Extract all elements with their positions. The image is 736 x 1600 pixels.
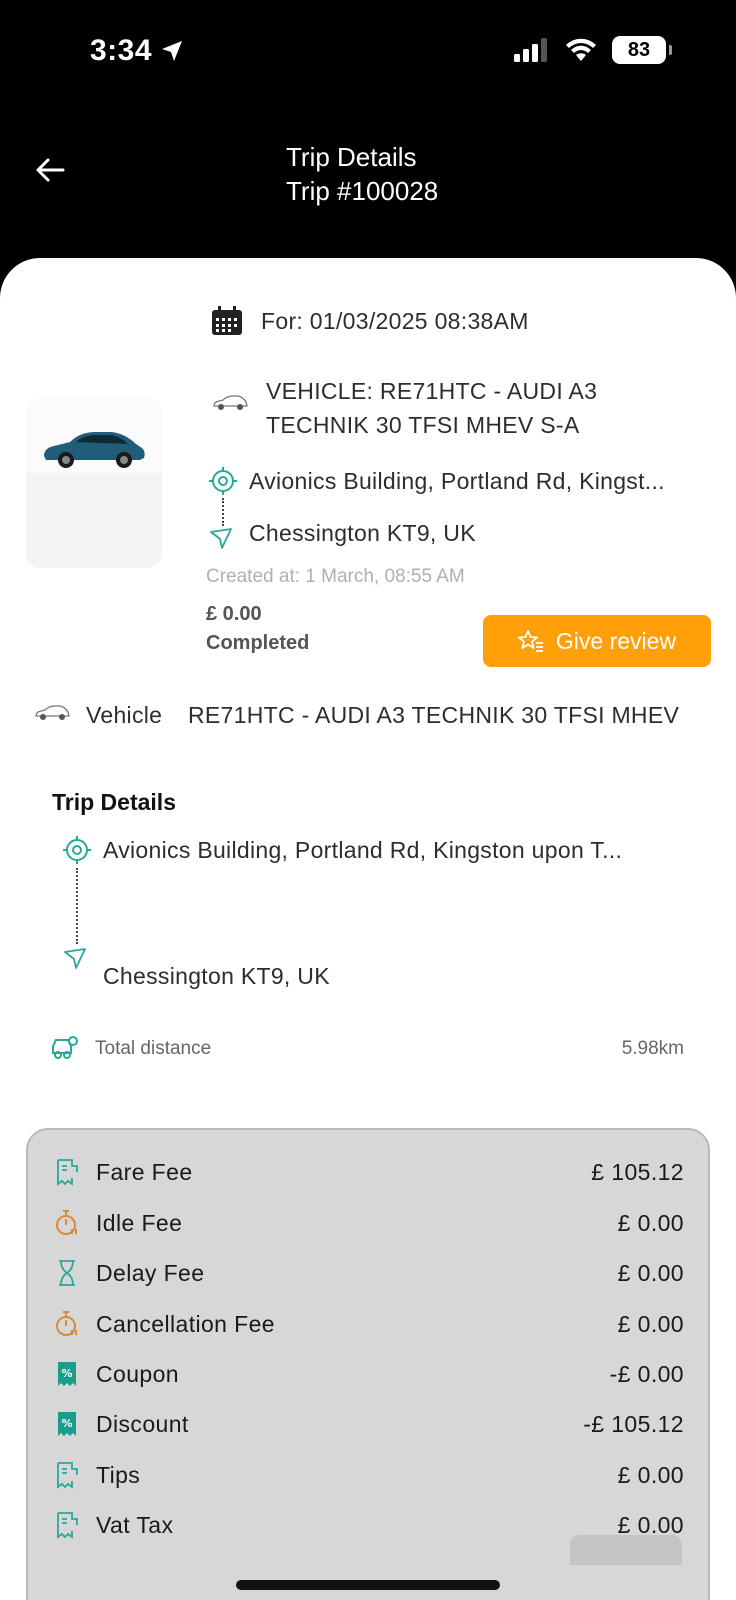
trip-sheet: For: 01/03/2025 08:38AM VEHICLE: RE71HTC… <box>0 258 736 1600</box>
header: Trip Details Trip #100028 <box>0 110 736 260</box>
trip-details-heading: Trip Details <box>52 789 176 815</box>
fee-label: Cancellation Fee <box>96 1310 276 1337</box>
route-connector <box>76 868 78 944</box>
fee-label: Fare Fee <box>96 1158 193 1185</box>
created-at: Created at: 1 March, 08:55 AM <box>206 566 465 587</box>
vehicle-line-2: TECHNIK 30 TFSI MHEV S-A <box>266 412 580 438</box>
vehicle-summary: VEHICLE: RE71HTC - AUDI A3 TECHNIK 30 TF… <box>266 374 597 442</box>
fee-value: £ 0.00 <box>617 1259 684 1286</box>
coupon-icon: % <box>54 1359 80 1389</box>
battery-indicator: 83 <box>612 36 672 64</box>
fee-row-coupon: % Coupon -£ 0.00 <box>54 1354 684 1394</box>
car-illustration <box>44 432 145 468</box>
signal-icon <box>514 38 547 62</box>
fee-row-delay: Delay Fee £ 0.00 <box>54 1253 684 1293</box>
fee-value: £ 105.12 <box>591 1158 684 1185</box>
pickup-target-icon <box>63 836 91 864</box>
calendar-icon <box>212 306 242 335</box>
arrow-left-icon <box>36 158 65 182</box>
fee-row-cancellation: Cancellation Fee £ 0.00 <box>54 1304 684 1344</box>
scheduled-datetime: For: 01/03/2025 08:38AM <box>261 307 529 334</box>
trip-price: £ 0.00 <box>206 603 262 625</box>
home-indicator[interactable] <box>236 1580 500 1590</box>
back-button[interactable] <box>30 150 70 190</box>
fee-label: Tips <box>96 1461 141 1488</box>
pickup-address: Avionics Building, Portland Rd, Kingst..… <box>249 468 665 494</box>
vehicle-image <box>26 398 162 568</box>
fee-row-fare: Fare Fee £ 105.12 <box>54 1152 684 1192</box>
status-time: 3:34 <box>90 34 184 68</box>
fee-value: £ 0.00 <box>617 1461 684 1488</box>
trip-pickup-address: Avionics Building, Portland Rd, Kingston… <box>103 837 623 863</box>
clock: 3:34 <box>90 34 153 67</box>
fee-label: Idle Fee <box>96 1209 183 1236</box>
fee-row-discount: % Discount -£ 105.12 <box>54 1404 684 1444</box>
fee-label: Coupon <box>96 1360 179 1387</box>
timer-icon <box>54 1208 80 1238</box>
timer-icon <box>54 1309 80 1339</box>
give-review-button[interactable]: Give review <box>483 615 711 667</box>
pickup-target-icon <box>209 467 237 495</box>
distance-value: 5.98km <box>621 1038 684 1059</box>
status-indicators: 83 <box>514 36 672 64</box>
fee-label: Delay Fee <box>96 1259 205 1286</box>
fee-value: -£ 105.12 <box>583 1410 684 1437</box>
vehicle-line-1: VEHICLE: RE71HTC - AUDI A3 <box>266 378 598 404</box>
navigation-icon <box>64 948 86 969</box>
title: Trip Details <box>286 142 417 172</box>
fee-label: Vat Tax <box>96 1511 174 1538</box>
scheduled-row: For: 01/03/2025 08:38AM <box>211 306 529 336</box>
fee-value: £ 0.00 <box>617 1310 684 1337</box>
car-icon <box>35 705 70 720</box>
distance-car-icon <box>52 1036 78 1059</box>
coupon-icon: % <box>54 1409 80 1439</box>
fee-row-idle: Idle Fee £ 0.00 <box>54 1203 684 1243</box>
distance-label: Total distance <box>95 1038 212 1059</box>
fee-value: -£ 0.00 <box>609 1360 684 1387</box>
vehicle-label: Vehicle <box>86 702 163 728</box>
vehicle-value: RE71HTC - AUDI A3 TECHNIK 30 TFSI MHEV <box>188 702 680 728</box>
fee-row-tips: Tips £ 0.00 <box>54 1455 684 1495</box>
dropoff-address: Chessington KT9, UK <box>249 520 476 546</box>
fare-breakdown-card: Fare Fee £ 105.12 Idle Fee £ 0.00 Delay … <box>26 1128 710 1600</box>
receipt-icon <box>54 1460 80 1490</box>
wifi-icon <box>566 38 596 61</box>
trip-number: Trip #100028 <box>286 176 439 206</box>
fee-label: Discount <box>96 1410 189 1437</box>
receipt-icon <box>54 1157 80 1187</box>
hourglass-icon <box>54 1258 80 1288</box>
navigation-icon <box>210 528 232 549</box>
svg-text:%: % <box>61 1417 72 1430</box>
route-connector <box>222 498 224 526</box>
car-icon <box>213 395 248 410</box>
status-bar: 3:34 83 <box>0 0 736 110</box>
fee-value: £ 0.00 <box>617 1209 684 1236</box>
trip-status: Completed <box>206 632 310 654</box>
svg-text:%: % <box>61 1367 72 1380</box>
star-list-icon <box>518 630 543 652</box>
partially-visible-button[interactable] <box>570 1535 682 1565</box>
page-title: Trip Details Trip #100028 <box>286 140 438 208</box>
location-arrow-icon <box>162 41 183 61</box>
give-review-label: Give review <box>555 627 677 654</box>
trip-dropoff-address: Chessington KT9, UK <box>103 963 330 989</box>
receipt-icon <box>54 1510 80 1540</box>
